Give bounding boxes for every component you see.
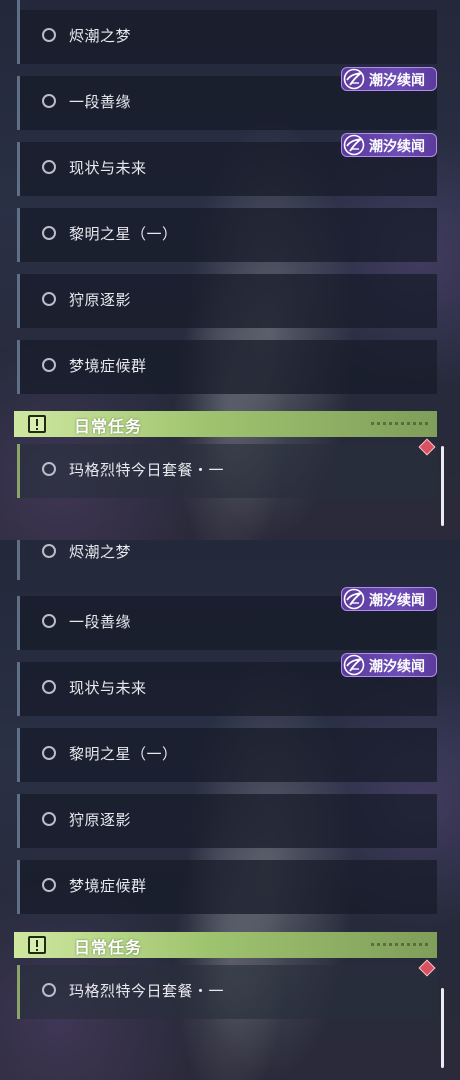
section-decoration: [371, 943, 431, 946]
quest-item-5[interactable]: 狩原逐影: [17, 274, 437, 328]
quest-item-4[interactable]: 黎明之星（一）: [17, 728, 437, 782]
section-title: 日常任务: [74, 938, 143, 957]
quest-label: 狩原逐影: [69, 811, 132, 829]
quest-label: 梦境症候群: [69, 877, 147, 895]
radio-icon: [42, 878, 56, 892]
tidal-badge: 潮汐续闻: [341, 67, 437, 91]
radio-icon: [42, 358, 56, 372]
tidal-badge: 潮汐续闻: [341, 653, 437, 677]
quest-label: 一段善缘: [69, 613, 132, 631]
quest-item-6[interactable]: 梦境症候群: [17, 340, 437, 394]
badge-text: 潮汐续闻: [369, 593, 425, 609]
quest-label: 现状与未来: [69, 159, 147, 177]
quest-item-1[interactable]: 烬潮之梦: [17, 540, 437, 578]
radio-icon: [42, 160, 56, 174]
quest-label: 现状与未来: [69, 679, 147, 697]
tidal-logo-icon: [343, 68, 365, 90]
radio-icon: [42, 292, 56, 306]
radio-icon: [42, 614, 56, 628]
daily-section-header[interactable]: 日常任务: [14, 411, 437, 437]
radio-icon: [42, 746, 56, 760]
daily-quest-item[interactable]: 玛格烈特今日套餐・一: [17, 444, 437, 498]
quest-label: 玛格烈特今日套餐・一: [69, 461, 225, 479]
section-decoration: [371, 422, 431, 425]
quest-panel-bottom: 烬潮之梦 一段善缘 潮汐续闻 现状与未来 潮汐续闻 黎明之星（一） 狩原逐影 梦…: [0, 540, 460, 1080]
quest-label: 梦境症候群: [69, 357, 147, 375]
tidal-logo-icon: [343, 654, 365, 676]
radio-icon: [42, 544, 56, 558]
daily-section-header[interactable]: 日常任务: [14, 932, 437, 958]
scrollbar[interactable]: [441, 988, 444, 1068]
tidal-badge: 潮汐续闻: [341, 587, 437, 611]
radio-icon: [42, 462, 56, 476]
alert-icon: [28, 415, 46, 433]
radio-icon: [42, 226, 56, 240]
quest-item-6[interactable]: 梦境症候群: [17, 860, 437, 914]
badge-text: 潮汐续闻: [369, 73, 425, 89]
quest-item-5[interactable]: 狩原逐影: [17, 794, 437, 848]
tidal-badge: 潮汐续闻: [341, 133, 437, 157]
tidal-logo-icon: [343, 134, 365, 156]
quest-label: 烬潮之梦: [69, 543, 132, 561]
radio-icon: [42, 812, 56, 826]
radio-icon: [42, 94, 56, 108]
daily-quest-item[interactable]: 玛格烈特今日套餐・一: [17, 965, 437, 1019]
tidal-logo-icon: [343, 588, 365, 610]
quest-item-1[interactable]: 烬潮之梦: [17, 10, 437, 64]
quest-label: 狩原逐影: [69, 291, 132, 309]
quest-label: 烬潮之梦: [69, 27, 132, 45]
quest-label: 黎明之星（一）: [69, 745, 178, 763]
badge-text: 潮汐续闻: [369, 659, 425, 675]
quest-label: 一段善缘: [69, 93, 132, 111]
radio-icon: [42, 28, 56, 42]
quest-panel-top: 烬潮之梦 一段善缘 潮汐续闻 现状与未来 潮汐续闻 黎明之星（一） 狩原逐影 梦…: [0, 0, 460, 540]
quest-label: 玛格烈特今日套餐・一: [69, 982, 225, 1000]
badge-text: 潮汐续闻: [369, 139, 425, 155]
alert-icon: [28, 936, 46, 954]
quest-item-4[interactable]: 黎明之星（一）: [17, 208, 437, 262]
quest-label: 黎明之星（一）: [69, 225, 178, 243]
radio-icon: [42, 983, 56, 997]
radio-icon: [42, 680, 56, 694]
section-title: 日常任务: [74, 417, 143, 436]
scrollbar[interactable]: [441, 446, 444, 526]
